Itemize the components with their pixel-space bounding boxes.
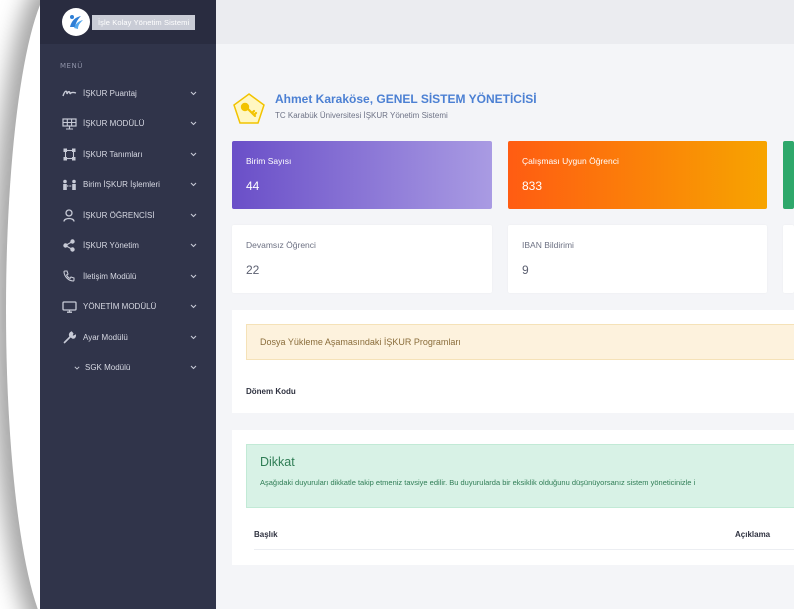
notice-title: Dikkat — [260, 455, 295, 469]
vector-square-icon — [61, 147, 77, 161]
sidebar-item-iskur-puantaj[interactable]: İŞKUR Puantaj — [40, 78, 216, 109]
sidebar: İşle Kolay Yönetim Sistemi MENÜ İŞKUR Pu… — [40, 0, 216, 609]
stat-card-iban[interactable]: IBAN Bildirimi 9 — [508, 225, 767, 293]
chevron-down-icon — [188, 91, 198, 96]
sidebar-item-iskur-tanimlari[interactable]: İŞKUR Tanımları — [40, 139, 216, 170]
chevron-down-icon — [188, 304, 198, 309]
column-header-donem-kodu[interactable]: Dönem Kodu — [246, 387, 296, 396]
chevron-small-icon — [73, 361, 81, 375]
sidebar-item-birim-iskur-islemleri[interactable]: Birim İŞKUR İşlemleri — [40, 170, 216, 201]
programs-panel: Dosya Yükleme Aşamasındaki İŞKUR Program… — [232, 310, 794, 413]
logo-bar[interactable]: İşle Kolay Yönetim Sistemi — [40, 0, 216, 44]
programs-alert: Dosya Yükleme Aşamasındaki İŞKUR Program… — [246, 324, 794, 360]
app-title: İşle Kolay Yönetim Sistemi — [92, 14, 196, 30]
stat-card-partial-green[interactable] — [783, 141, 794, 209]
stat-card-devamsiz[interactable]: Devamsız Öğrenci 22 — [232, 225, 492, 293]
column-header-aciklama[interactable]: Açıklama — [735, 530, 770, 539]
phone-icon — [61, 269, 77, 283]
sidebar-item-sgk-modulu[interactable]: SGK Modülü — [40, 353, 216, 384]
chevron-down-icon — [188, 182, 198, 187]
notice-text: Aşağıdaki duyuruları dikkatle takip etme… — [260, 478, 696, 487]
chevron-down-icon — [188, 365, 198, 370]
table-divider — [254, 549, 794, 550]
stat-card-partial-white[interactable] — [783, 225, 794, 293]
notice-panel: Dikkat Aşağıdaki duyuruları dikkatle tak… — [232, 430, 794, 565]
sidebar-item-yonetim-modulu[interactable]: YÖNETİM MODÜLÜ — [40, 292, 216, 323]
monitor-icon — [61, 300, 77, 314]
main-content: Ahmet Karaköse, GENEL SİSTEM YÖNETİCİSİ … — [216, 0, 794, 609]
menu-header: MENÜ — [60, 62, 83, 70]
stat-card-calismasi-uygun[interactable]: Çalışması Uygun Öğrenci 833 — [508, 141, 767, 209]
chevron-down-icon — [188, 152, 198, 157]
sidebar-item-iskur-ogrencisi[interactable]: İŞKUR ÖĞRENCİSİ — [40, 200, 216, 231]
signature-icon — [61, 86, 77, 100]
organization-name: TC Karabük Üniversitesi İŞKUR Yönetim Si… — [275, 111, 448, 120]
key-icon — [232, 92, 266, 126]
wrench-icon — [61, 330, 77, 344]
share-icon — [61, 239, 77, 253]
user-greeting: Ahmet Karaköse, GENEL SİSTEM YÖNETİCİSİ — [275, 92, 537, 106]
stat-card-birim-sayisi[interactable]: Birim Sayısı 44 — [232, 141, 492, 209]
sidebar-menu: İŞKUR Puantaj İŞKUR MODÜLÜ İŞKUR Tanımla… — [40, 78, 216, 383]
chevron-down-icon — [188, 243, 198, 248]
sidebar-item-iskur-yonetim[interactable]: İŞKUR Yönetim — [40, 231, 216, 262]
chevron-down-icon — [188, 213, 198, 218]
notice-alert: Dikkat Aşağıdaki duyuruları dikkatle tak… — [246, 444, 794, 508]
sidebar-item-iletisim-modulu[interactable]: İletişim Modülü — [40, 261, 216, 292]
chevron-down-icon — [188, 274, 198, 279]
solar-panel-icon — [61, 117, 77, 131]
column-header-baslik[interactable]: Başlık — [254, 530, 278, 539]
welcome-header: Ahmet Karaköse, GENEL SİSTEM YÖNETİCİSİ … — [232, 90, 537, 126]
people-link-icon — [61, 178, 77, 192]
user-icon — [61, 208, 77, 222]
chevron-down-icon — [188, 121, 198, 126]
sidebar-item-ayar-modulu[interactable]: Ayar Modülü — [40, 322, 216, 353]
chevron-down-icon — [188, 335, 198, 340]
top-bar — [216, 0, 794, 44]
logo-icon — [62, 8, 90, 36]
sidebar-item-iskur-modulu[interactable]: İŞKUR MODÜLÜ — [40, 109, 216, 140]
